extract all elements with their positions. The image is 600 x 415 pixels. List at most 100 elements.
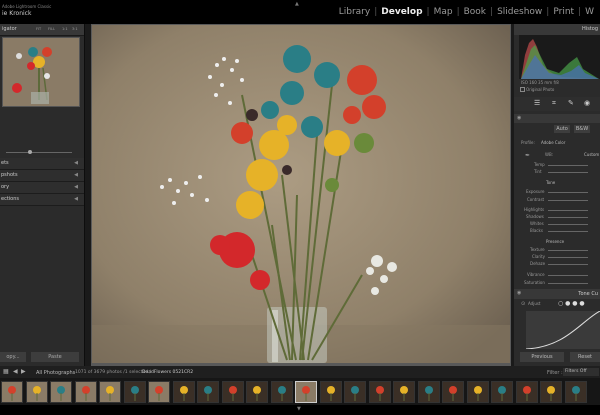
filmstrip-thumbnail[interactable]	[319, 381, 342, 403]
paste-button[interactable]: Paste	[31, 352, 79, 362]
filmstrip-thumbnail[interactable]	[466, 381, 489, 403]
filmstrip-thumbnail[interactable]	[221, 381, 244, 403]
blacks-slider[interactable]	[548, 231, 588, 232]
filmstrip-thumbnail[interactable]	[515, 381, 538, 403]
collapse-top-icon[interactable]: ▲	[295, 1, 299, 7]
contrast-slider[interactable]	[548, 200, 588, 201]
saturation-label: Saturation	[524, 280, 545, 285]
tint-slider[interactable]	[548, 172, 588, 173]
highlights-slider[interactable]	[548, 210, 588, 211]
zoom-fit[interactable]: FIT	[36, 24, 41, 35]
filmstrip-thumbnail-image	[345, 382, 365, 402]
temp-slider[interactable]	[548, 165, 588, 166]
auto-button[interactable]: Auto	[554, 125, 570, 133]
expand-presets-icon[interactable]: ◀	[74, 158, 78, 169]
grid-view-icon[interactable]: ▦	[3, 368, 9, 375]
filmstrip-thumbnail[interactable]	[344, 381, 366, 403]
collections-section[interactable]: ections ◀	[0, 194, 84, 206]
tone-curve-graph[interactable]	[525, 310, 600, 350]
clarity-slider[interactable]	[548, 257, 588, 258]
previous-button[interactable]: Previous	[520, 352, 564, 362]
histogram-header[interactable]: Histog	[514, 24, 600, 35]
navigator-header[interactable]: igator FIT FILL 1:1 3:1	[0, 24, 84, 36]
filmstrip-thumbnail[interactable]	[270, 381, 293, 403]
saturation-slider[interactable]	[548, 283, 588, 284]
tone-curve-header[interactable]: ◉ Tone Cu	[514, 289, 600, 299]
module-book[interactable]: Book	[462, 7, 488, 17]
source-label[interactable]: All Photographs	[36, 370, 75, 376]
zoom-fill[interactable]: FILL	[48, 24, 55, 35]
histogram[interactable]	[519, 35, 600, 79]
whites-slider[interactable]	[548, 224, 588, 225]
eyedropper-icon[interactable]: ✒	[525, 152, 530, 159]
vibrance-slider[interactable]	[548, 275, 588, 276]
main-photo[interactable]	[92, 25, 510, 363]
filename-label[interactable]: DeadFlowers 0521CR2	[142, 370, 193, 375]
module-develop[interactable]: Develop	[379, 7, 424, 17]
expand-history-icon[interactable]: ◀	[74, 182, 78, 193]
filmstrip-thumbnail[interactable]	[442, 381, 464, 403]
module-picker: Library | Develop | Map | Book | Slidesh…	[337, 7, 596, 17]
navigator-preview[interactable]	[2, 37, 80, 107]
filmstrip-thumbnail[interactable]	[393, 381, 415, 403]
zoom-1-1[interactable]: 1:1	[62, 24, 68, 35]
filmstrip-thumbnail[interactable]	[25, 381, 48, 403]
filmstrip-thumbnail[interactable]	[368, 381, 391, 403]
snapshots-section[interactable]: pshots ◀	[0, 170, 84, 182]
filter-dropdown[interactable]: Filters Off	[563, 368, 599, 376]
collapse-bottom-icon[interactable]: ▼	[297, 406, 301, 412]
copy-button[interactable]: opy...	[0, 352, 26, 362]
filmstrip-thumbnail[interactable]	[417, 381, 440, 403]
zoom-slider-handle[interactable]	[28, 150, 32, 154]
presets-section[interactable]: ets ◀	[0, 158, 84, 170]
filmstrip-thumbnail-image	[271, 382, 292, 402]
target-adjust-icon[interactable]: ⊙	[521, 301, 525, 307]
filmstrip-thumbnail[interactable]	[148, 381, 170, 403]
filmstrip-thumbnail[interactable]	[1, 381, 23, 403]
tool-strip: ☰ ⌗ ✎ ◉	[514, 97, 600, 111]
crop-icon[interactable]: ⌗	[552, 99, 556, 108]
module-map[interactable]: Map	[432, 7, 455, 17]
expand-snapshots-icon[interactable]: ◀	[74, 170, 78, 181]
zoom-3-1[interactable]: 3:1	[72, 24, 78, 35]
curve-channel-icons[interactable]: ○ ● ● ●	[558, 300, 585, 307]
profile-value[interactable]: Adobe Color	[541, 140, 565, 145]
filmstrip-thumbnail[interactable]	[197, 381, 219, 403]
heal-icon[interactable]: ✎	[568, 99, 574, 107]
filmstrip-thumbnail-image	[320, 382, 341, 402]
basic-header[interactable]: ◉	[514, 114, 600, 123]
tone-curve-title: Tone Cu	[578, 291, 598, 297]
module-print[interactable]: Print	[551, 7, 576, 17]
exposure-slider[interactable]	[548, 192, 588, 193]
tone-curve-eye-icon[interactable]: ◉	[517, 290, 521, 296]
shadows-slider[interactable]	[548, 217, 588, 218]
eye-icon[interactable]: ◉	[517, 115, 521, 121]
sliders-icon[interactable]: ☰	[534, 99, 540, 107]
filmstrip-thumbnail[interactable]	[172, 381, 195, 403]
module-library[interactable]: Library	[337, 7, 372, 17]
filmstrip-thumbnail[interactable]	[540, 381, 562, 403]
module-slideshow[interactable]: Slideshow	[495, 7, 544, 17]
reset-button[interactable]: Reset	[570, 352, 600, 362]
filmstrip-thumbnail[interactable]	[491, 381, 513, 403]
back-icon[interactable]: ◀	[13, 368, 18, 375]
filmstrip-thumbnail[interactable]	[295, 381, 317, 403]
filmstrip-thumbnail[interactable]	[123, 381, 146, 403]
filmstrip-thumbnail[interactable]	[246, 381, 268, 403]
expand-collections-icon[interactable]: ◀	[74, 194, 78, 205]
history-section[interactable]: ory ◀	[0, 182, 84, 194]
original-photo-checkbox[interactable]	[520, 87, 525, 92]
wb-value[interactable]: Custom	[584, 152, 599, 157]
texture-slider[interactable]	[548, 250, 588, 251]
redeye-icon[interactable]: ◉	[584, 99, 590, 107]
filmstrip-thumbnail[interactable]	[99, 381, 121, 403]
dehaze-slider[interactable]	[548, 264, 588, 265]
zoom-slider[interactable]	[6, 152, 72, 153]
filmstrip-thumbnail[interactable]	[564, 381, 587, 403]
module-web[interactable]: W	[583, 7, 596, 17]
filmstrip-thumbnail[interactable]	[74, 381, 97, 403]
forward-icon[interactable]: ▶	[21, 368, 26, 375]
bw-button[interactable]: B&W	[574, 125, 590, 133]
filmstrip-thumbnail-image	[516, 382, 537, 402]
filmstrip-thumbnail[interactable]	[50, 381, 72, 403]
